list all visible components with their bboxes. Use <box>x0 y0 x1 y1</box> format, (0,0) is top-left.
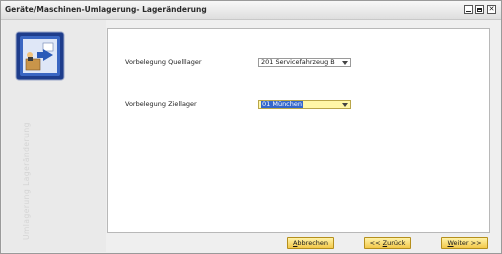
back-button[interactable]: << Zurück <box>364 237 411 249</box>
back-button-prefix: << <box>369 239 383 247</box>
source-warehouse-select[interactable]: 201 Servicefahrzeug B <box>258 58 351 67</box>
wizard-window: Geräte/Maschinen-Umlagerung- Lageränderu… <box>0 0 502 254</box>
wizard-sidebar: Umlagerung Lageränderung <box>2 20 106 252</box>
source-warehouse-label: Vorbelegung Quelllager <box>125 58 202 66</box>
maximize-icon[interactable] <box>475 5 484 14</box>
inventory-transfer-icon <box>15 31 65 81</box>
cancel-button[interactable]: Abbrechen <box>287 237 334 249</box>
cancel-button-label: bbrechen <box>297 239 329 247</box>
source-warehouse-value: 201 Servicefahrzeug B <box>261 58 335 66</box>
window-title: Geräte/Maschinen-Umlagerung- Lageränderu… <box>5 5 207 14</box>
chevron-down-icon[interactable] <box>342 61 348 65</box>
minimize-icon[interactable] <box>464 5 473 14</box>
wizard-content-panel: Vorbelegung Quelllager 201 Servicefahrze… <box>107 28 490 233</box>
back-button-label: urück <box>387 239 406 247</box>
target-warehouse-value: 01 München <box>261 100 303 108</box>
chevron-down-icon[interactable] <box>342 103 348 107</box>
title-bar: Geräte/Maschinen-Umlagerung- Lageränderu… <box>1 1 501 20</box>
target-warehouse-select[interactable]: 01 München <box>258 100 351 109</box>
close-icon[interactable]: ✕ <box>487 5 496 14</box>
sidebar-vertical-caption: Umlagerung Lageränderung <box>22 122 31 240</box>
next-button-label: eiter >> <box>453 239 482 247</box>
next-button[interactable]: Weiter >> <box>441 237 488 249</box>
target-warehouse-label: Vorbelegung Ziellager <box>125 100 197 108</box>
